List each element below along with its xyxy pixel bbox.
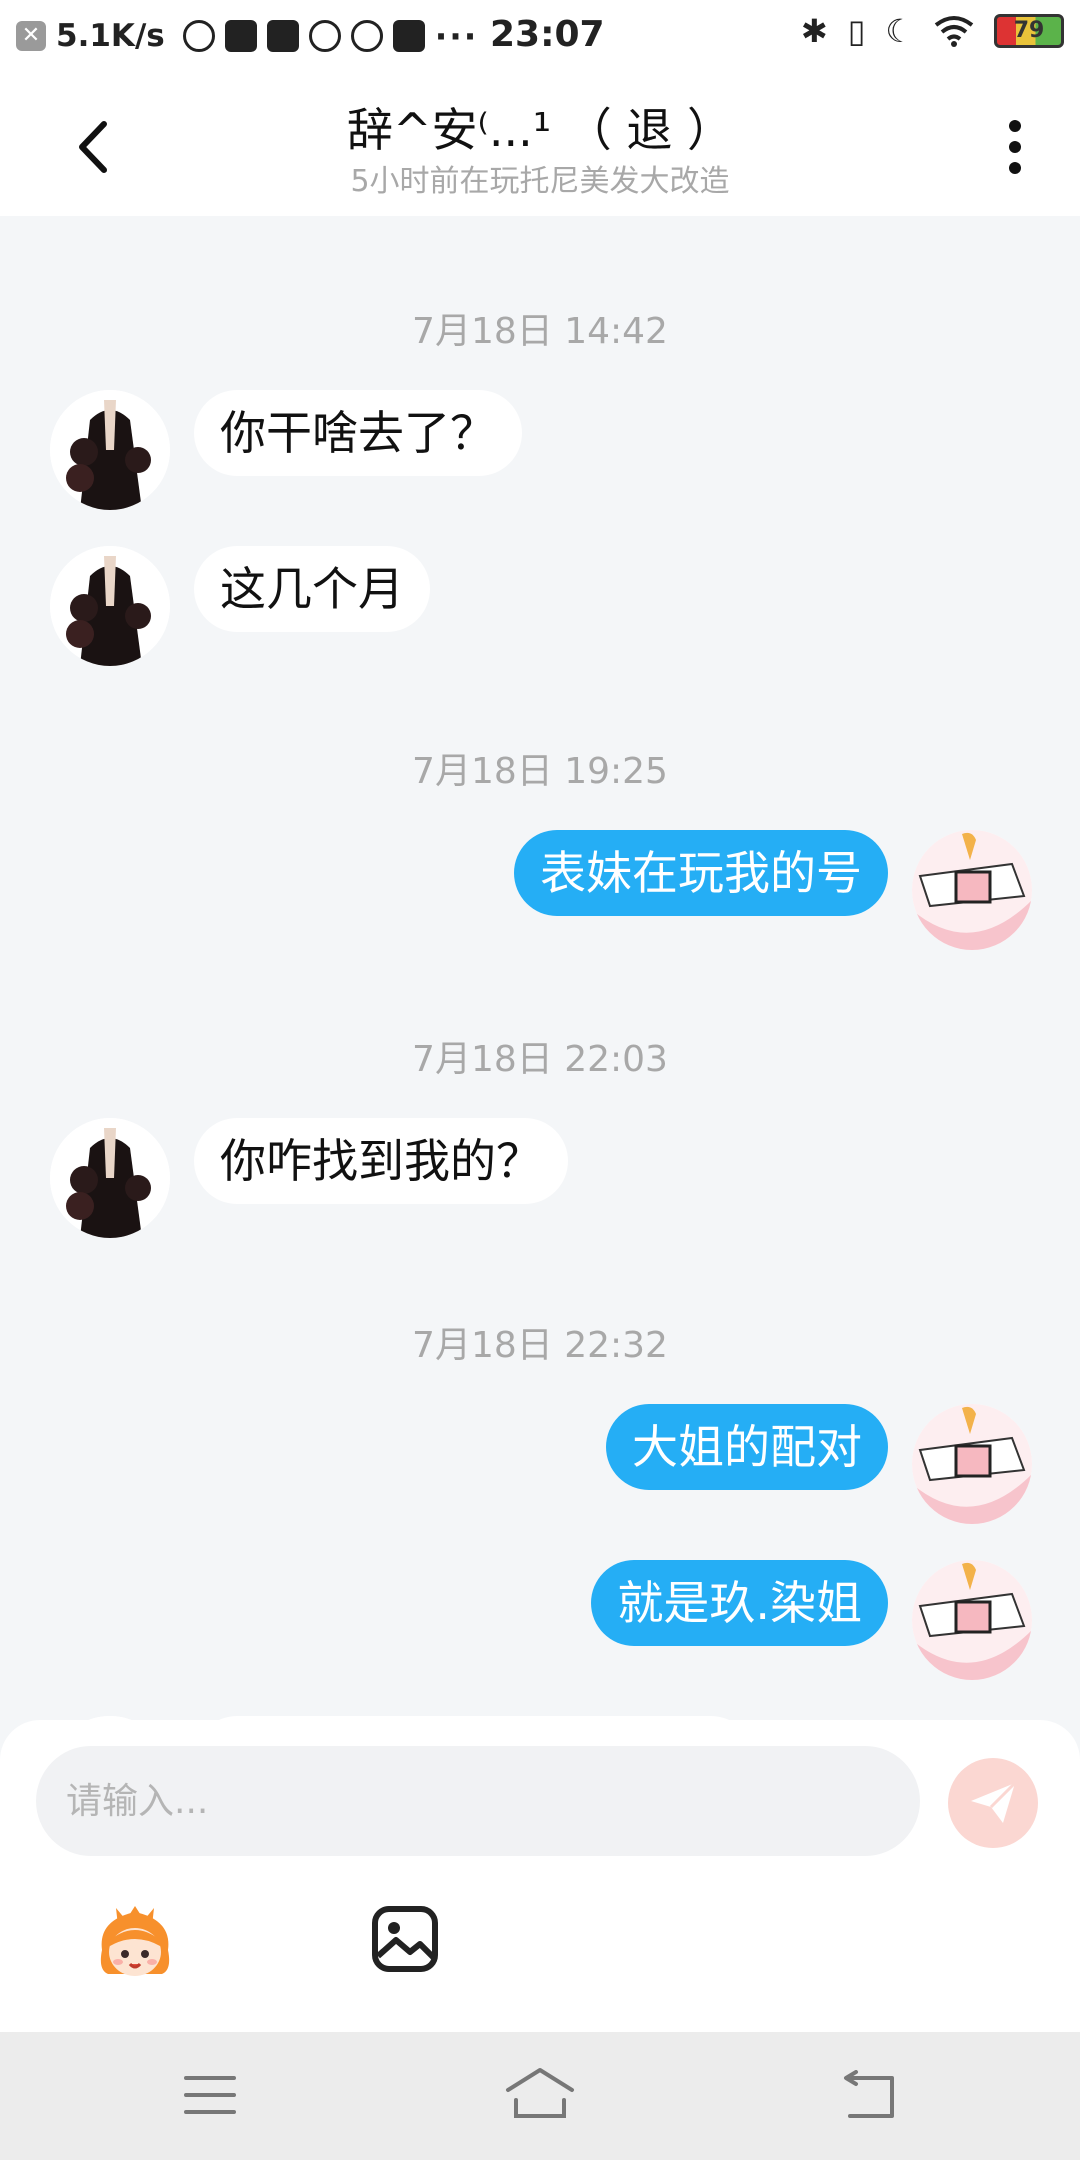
- status-bar: ✕ 5.1K/s ··· 23:07 ✱ ▯ ☾ 79: [0, 0, 1080, 72]
- message-bubble[interactable]: 表妹在玩我的号: [514, 830, 888, 916]
- pinwheel-icon: [350, 20, 383, 52]
- message-input[interactable]: [36, 1746, 920, 1856]
- my-avatar[interactable]: [912, 830, 1032, 950]
- chat-title: 辞^安⁽...¹ （ 退 ）: [346, 103, 733, 157]
- status-right: ✱ ▯ ☾ 79: [801, 12, 1064, 50]
- status-left: ✕ 5.1K/s ···: [16, 17, 486, 56]
- back-icon[interactable]: [840, 2070, 900, 2122]
- sticker-icon[interactable]: [92, 1900, 178, 1986]
- message-bubble[interactable]: 你干啥去了？: [194, 390, 522, 476]
- contact-avatar-image: [50, 546, 170, 666]
- shield-icon: [392, 20, 425, 52]
- my-avatar[interactable]: [912, 1560, 1032, 1680]
- contact-avatar-image: [50, 390, 170, 510]
- chat-area[interactable]: 7月18日 14:42 你干啥去了？ 这几个月 7月18日 19:25 表妹在玩…: [0, 216, 1080, 1720]
- message-bubble[interactable]: 就是玖.染姐: [591, 1560, 888, 1646]
- composer: [0, 1720, 1080, 2032]
- timestamp: 7月18日 22:32: [412, 1325, 668, 1366]
- my-avatar-image: [912, 830, 1032, 950]
- network-speed: 5.1K/s: [56, 18, 165, 54]
- message-bubble[interactable]: 大姐的配对: [606, 1404, 888, 1490]
- timestamp: 7月18日 22:03: [412, 1039, 668, 1080]
- message-bubble[interactable]: 这几个月: [194, 546, 430, 632]
- vibrate-icon: ▯: [847, 12, 866, 50]
- my-avatar[interactable]: [912, 1404, 1032, 1524]
- contact-avatar[interactable]: [50, 1118, 170, 1238]
- message-bubble[interactable]: 你咋找到我的？: [194, 1118, 568, 1204]
- data-saver-icon: [182, 20, 215, 52]
- my-avatar-image: [912, 1560, 1032, 1680]
- message-sent: 表妹在玩我的号: [514, 830, 1032, 950]
- mail-icon: [224, 20, 257, 52]
- more-notifications: ···: [434, 16, 479, 56]
- send-icon: [971, 1781, 1017, 1823]
- image-icon[interactable]: [370, 1904, 440, 1974]
- message-received: 你咋找到我的？: [50, 1118, 568, 1238]
- system-nav-bar: [0, 2032, 1080, 2160]
- contact-avatar-image: [50, 1118, 170, 1238]
- send-button[interactable]: [948, 1758, 1038, 1848]
- moon-icon: ☾: [885, 12, 914, 50]
- more-vertical-icon[interactable]: [990, 112, 1040, 182]
- bluetooth-icon: ✱: [800, 12, 828, 50]
- home-icon[interactable]: [504, 2064, 576, 2124]
- play-icon: [308, 20, 341, 52]
- message-received: 这几个月: [50, 546, 430, 666]
- chat-header: 辞^安⁽...¹ （ 退 ） 5小时前在玩托尼美发大改造: [0, 72, 1080, 216]
- message-received: 你干啥去了？: [50, 390, 522, 510]
- contact-avatar[interactable]: [50, 390, 170, 510]
- close-notification-icon: ✕: [16, 21, 46, 51]
- wifi-icon: [934, 16, 974, 47]
- timestamp: 7月18日 14:42: [412, 311, 668, 352]
- clock: 23:07: [490, 14, 605, 55]
- chat-subtitle: 5小时前在玩托尼美发大改造: [350, 164, 730, 199]
- inbox-icon: [266, 20, 299, 52]
- battery-indicator: 79: [994, 14, 1064, 48]
- message-sent: 就是玖.染姐: [591, 1560, 1032, 1680]
- my-avatar-image: [912, 1404, 1032, 1524]
- menu-icon[interactable]: [182, 2070, 238, 2120]
- contact-avatar[interactable]: [50, 546, 170, 666]
- timestamp: 7月18日 19:25: [412, 751, 668, 792]
- message-sent: 大姐的配对: [606, 1404, 1032, 1524]
